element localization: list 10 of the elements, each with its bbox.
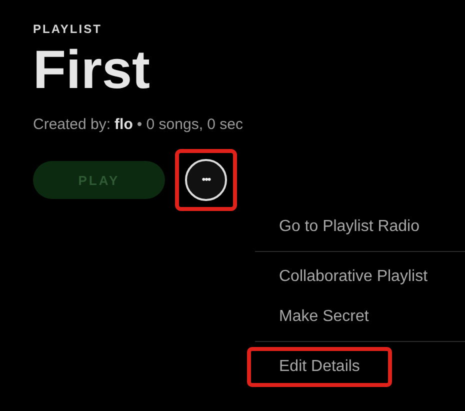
menu-item[interactable]: Edit Details — [247, 347, 392, 387]
playlist-title: First — [33, 40, 152, 100]
owner-name: flo — [114, 116, 133, 133]
type-label: PLAYLIST — [33, 22, 103, 36]
meta-label: Created by: — [33, 116, 111, 133]
more-button[interactable]: ••• — [185, 159, 227, 201]
menu-item[interactable]: Go to Playlist Radio — [247, 207, 452, 247]
menu-item[interactable]: Collaborative Playlist — [247, 257, 460, 297]
menu-item[interactable]: Make Secret — [247, 297, 401, 337]
meta-info: • 0 songs, 0 sec — [136, 116, 244, 133]
